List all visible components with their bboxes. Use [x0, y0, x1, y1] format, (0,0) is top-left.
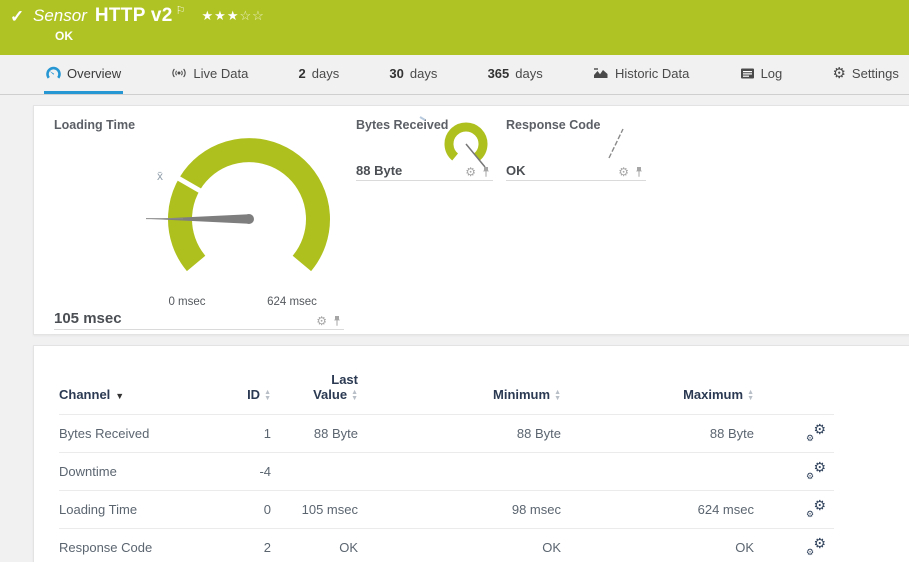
loading-time-value: 105 msec [54, 310, 122, 327]
priority-stars[interactable]: ★★★☆☆ [202, 8, 265, 24]
pin-icon[interactable] [634, 166, 644, 178]
channel-minimum: OK [358, 529, 561, 562]
tab-label: days [515, 66, 542, 81]
tab-label: Live Data [193, 66, 248, 81]
column-header-channel[interactable]: Channel ▼ [59, 372, 214, 415]
channel-minimum: 88 Byte [358, 415, 561, 453]
tab-label: Settings [852, 66, 899, 81]
sensor-name: HTTP v2 [95, 5, 173, 27]
channel-name[interactable]: Loading Time [59, 491, 214, 529]
channel-id: 1 [214, 415, 271, 453]
channel-last-value: OK [271, 529, 358, 562]
priority-flag-icon[interactable]: ⚐ [176, 4, 186, 17]
gauge-panel-bytes-received: Bytes Received 88 Byte ⚙ [356, 106, 493, 186]
tab-log[interactable]: Log [738, 55, 785, 94]
channels-card: Channel ▼ ID ▲▼ LastValue▲▼ Minimum ▲▼ Maxi… [33, 345, 909, 562]
table-row: Loading Time 0 105 msec 98 msec 624 msec… [59, 491, 834, 529]
column-header-maximum[interactable]: Maximum ▲▼ [561, 372, 754, 415]
pin-icon[interactable] [481, 166, 491, 178]
pin-icon[interactable] [332, 315, 342, 327]
stars-empty[interactable]: ☆☆ [240, 8, 265, 23]
channel-name[interactable]: Response Code [59, 529, 214, 562]
stars-filled[interactable]: ★★★ [202, 8, 240, 23]
tab-365-days[interactable]: 365 days [486, 55, 545, 94]
gauge-panel-loading-time: Loading Time x̄ 0 msec 624 msec 105 msec… [43, 106, 346, 336]
sort-icon[interactable]: ▲▼ [554, 390, 561, 402]
channel-last-value [271, 453, 358, 491]
tab-number: 30 [389, 66, 403, 81]
channel-last-value: 88 Byte [271, 415, 358, 453]
live-data-icon [171, 66, 187, 80]
gauge-min-label: 0 msec [168, 296, 205, 308]
channel-gear-icon[interactable]: ⚙ [316, 315, 327, 327]
channel-id: 2 [214, 529, 271, 562]
table-row: Bytes Received 1 88 Byte 88 Byte 88 Byte… [59, 415, 834, 453]
sort-desc-icon[interactable]: ▼ [115, 391, 124, 401]
tab-label: Historic Data [615, 66, 689, 81]
tab-label: days [410, 66, 437, 81]
sensor-status-badge: OK [55, 29, 73, 43]
tab-live-data[interactable]: Live Data [169, 55, 250, 94]
channel-settings-icon[interactable]: ⚙⚙ [806, 538, 826, 554]
channel-name[interactable]: Downtime [59, 453, 214, 491]
column-label: ID [247, 387, 260, 402]
tab-settings[interactable]: ⚙ Settings [830, 55, 900, 94]
table-row: Response Code 2 OK OK OK ⚙⚙ [59, 529, 834, 562]
sensor-header: ✓ Sensor HTTP v2 ⚐ ★★★☆☆ OK [0, 0, 909, 55]
sort-icon[interactable]: ▲▼ [264, 390, 271, 402]
channel-maximum [561, 453, 754, 491]
channel-id: -4 [214, 453, 271, 491]
tab-overview[interactable]: Overview [44, 55, 123, 94]
sensor-type-label: Sensor [33, 6, 87, 26]
column-header-minimum[interactable]: Minimum ▲▼ [358, 372, 561, 415]
tab-label: days [312, 66, 339, 81]
channel-maximum: 624 msec [561, 491, 754, 529]
gauge-icon [46, 66, 61, 81]
bytes-received-value: 88 Byte [356, 163, 402, 178]
channel-minimum: 98 msec [358, 491, 561, 529]
tab-historic-data[interactable]: Historic Data [591, 55, 691, 94]
channel-gear-icon[interactable]: ⚙ [618, 166, 629, 178]
sort-icon[interactable]: ▲▼ [351, 390, 358, 402]
settings-gear-icon: ⚙ [832, 66, 845, 81]
column-label: Channel [59, 387, 110, 402]
tab-bar: Overview Live Data 2 days 30 days 365 da… [0, 55, 909, 95]
table-row: Downtime -4 ⚙⚙ [59, 453, 834, 491]
tab-label: Log [761, 66, 783, 81]
column-label: Minimum [493, 387, 550, 402]
channel-id: 0 [214, 491, 271, 529]
sort-icon[interactable]: ▲▼ [747, 390, 754, 402]
channel-last-value: 105 msec [271, 491, 358, 529]
channel-maximum: OK [561, 529, 754, 562]
channel-settings-icon[interactable]: ⚙⚙ [806, 500, 826, 516]
tab-number: 365 [488, 66, 510, 81]
sensor-ok-check-icon: ✓ [10, 7, 24, 27]
channels-table: Channel ▼ ID ▲▼ LastValue▲▼ Minimum ▲▼ Maxi… [59, 372, 834, 562]
column-label: Maximum [683, 387, 743, 402]
average-marker: x̄ [157, 169, 163, 183]
channel-name[interactable]: Bytes Received [59, 415, 214, 453]
channel-settings-icon[interactable]: ⚙⚙ [806, 462, 826, 478]
tab-2-days[interactable]: 2 days [297, 55, 342, 94]
tab-30-days[interactable]: 30 days [387, 55, 439, 94]
gauge-max-label: 624 msec [267, 296, 317, 308]
tab-number: 2 [299, 66, 306, 81]
column-header-id[interactable]: ID ▲▼ [214, 372, 271, 415]
column-header-settings [754, 372, 834, 415]
channel-gear-icon[interactable]: ⚙ [465, 166, 476, 178]
column-header-last-value[interactable]: LastValue▲▼ [271, 372, 358, 415]
channel-maximum: 88 Byte [561, 415, 754, 453]
channel-settings-icon[interactable]: ⚙⚙ [806, 424, 826, 440]
tab-label: Overview [67, 66, 121, 81]
response-code-value: OK [506, 163, 526, 178]
gauge-panel-response-code: Response Code OK ⚙ [506, 106, 646, 186]
channel-minimum [358, 453, 561, 491]
gauges-card: Loading Time x̄ 0 msec 624 msec 105 msec… [33, 105, 909, 335]
log-icon [740, 67, 755, 80]
historic-chart-icon [593, 66, 609, 80]
